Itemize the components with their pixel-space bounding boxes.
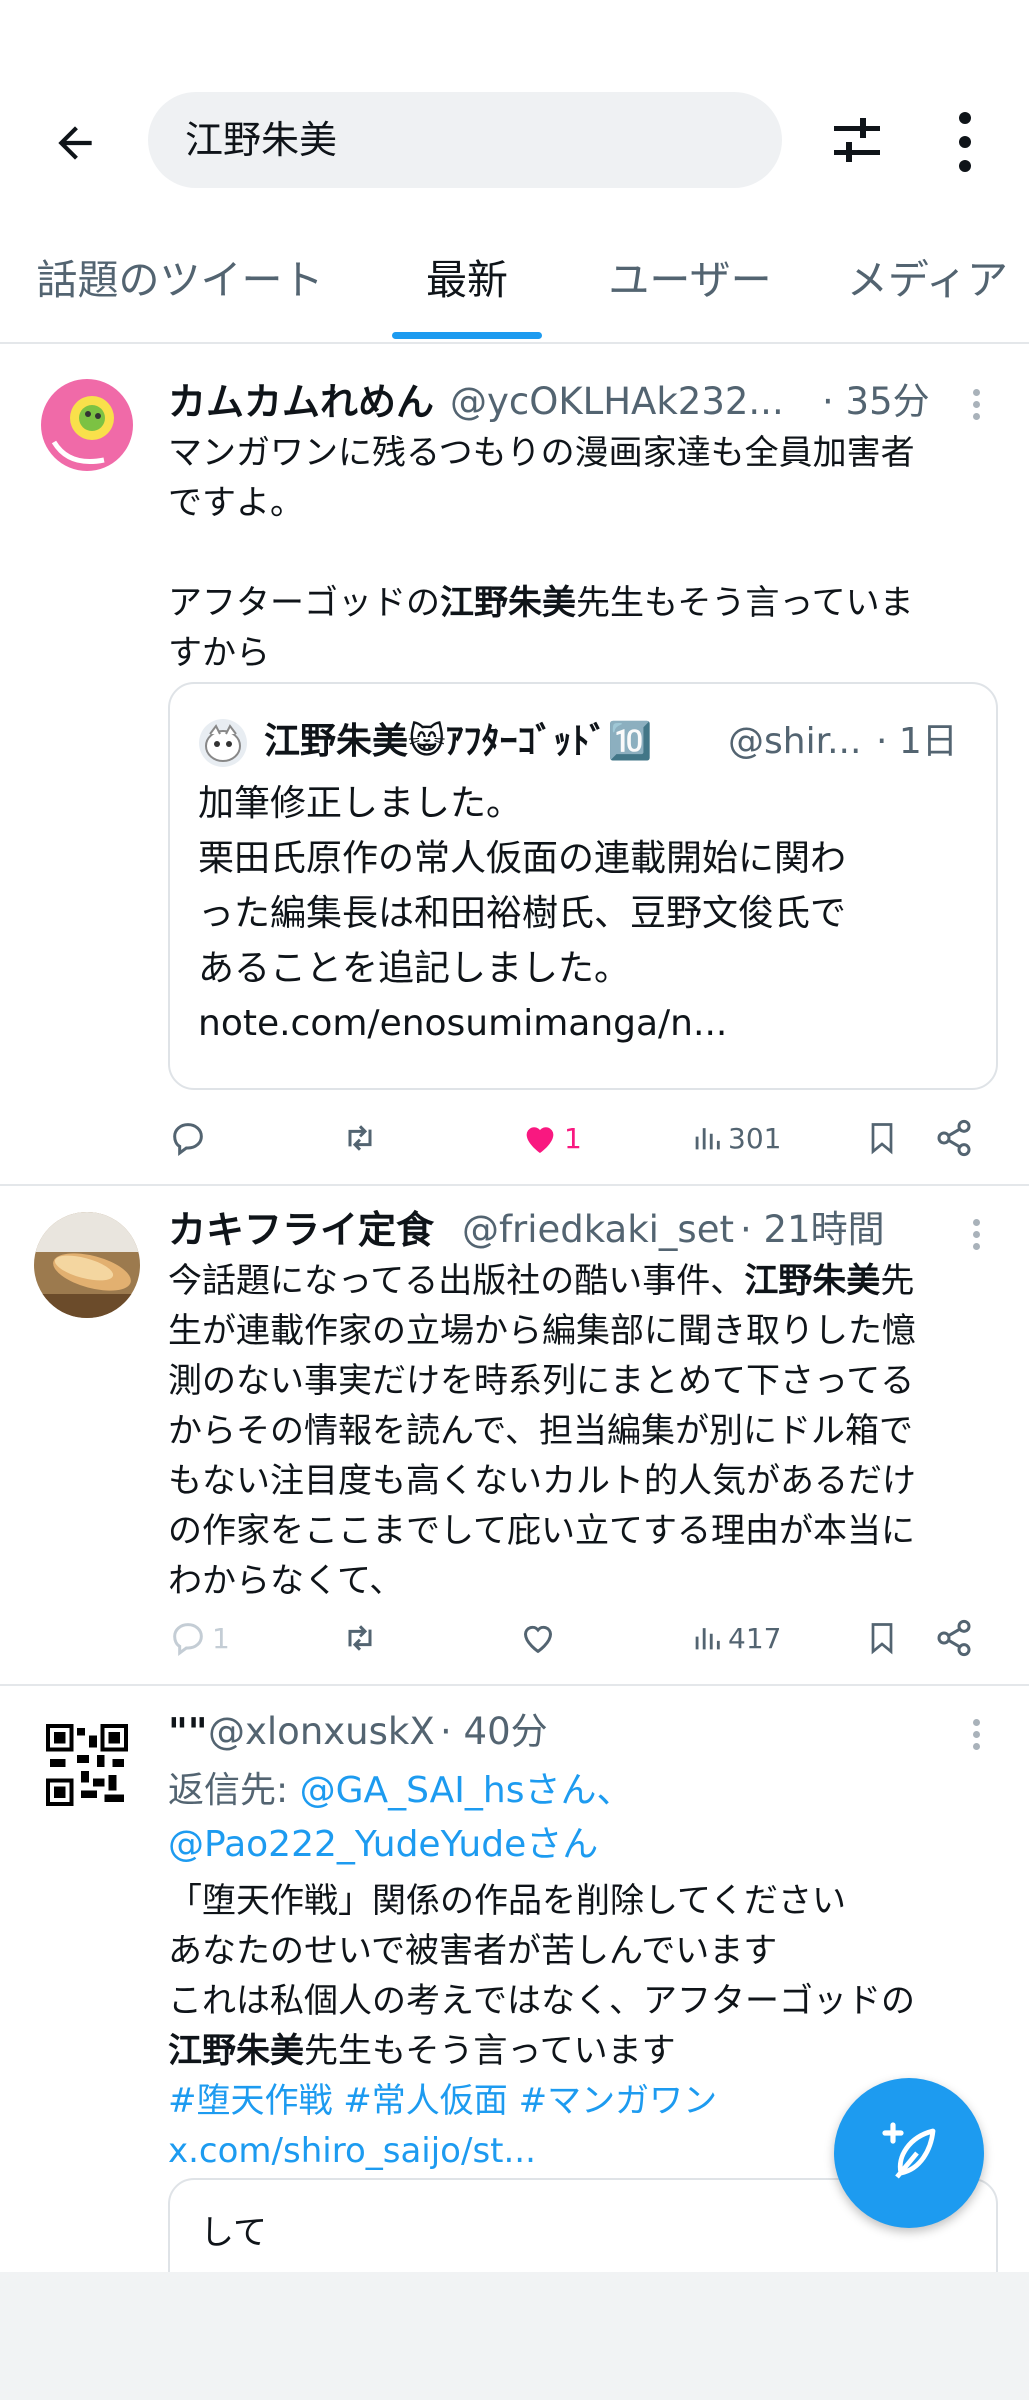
heart-filled-icon [526,1127,554,1153]
retweet-button[interactable] [338,1110,382,1166]
retweet-button[interactable] [338,1610,382,1666]
tab-media[interactable]: メディア [835,250,1020,310]
tweet-divider [0,1184,1029,1186]
tweet-time: · 40分 [440,1710,548,1753]
bookmark-button[interactable] [864,1610,900,1666]
filter-button[interactable] [820,110,894,174]
tab-indicator [392,332,542,339]
quote-avatar [198,718,248,768]
view-count: 301 [728,1121,782,1155]
like-button[interactable]: 1 [520,1110,582,1166]
tweet-text: マンガワンに残るつもりの漫画家達も全員加害者 ですよ。 アフターゴッドの江野朱美… [168,433,915,673]
reply-icon [173,1623,203,1656]
heart-icon [523,1625,553,1654]
tab-latest[interactable]: 最新 [392,250,542,310]
tweet-handle[interactable]: @ycOKLHAk232... [450,378,784,426]
like-count: 1 [564,1121,582,1155]
tweet-time: · 35分 [822,380,930,423]
compose-tweet-button[interactable] [834,2078,984,2228]
view-count: 417 [728,1621,782,1655]
tweet-handle[interactable]: @xlonxuskX [208,1708,435,1756]
quote-time: · 1日 [876,721,958,762]
avatar[interactable] [34,372,140,478]
tweet-text: 今話題になってる出版社の酷い事件、江野朱美先 生が連載作家の立場から編集部に聞き… [168,1261,916,1601]
reply-button[interactable]: 1 [168,1610,230,1666]
share-icon [937,1619,971,1657]
navigation-bar [0,2272,1029,2400]
avatar[interactable] [34,1212,140,1318]
bar-chart-icon [695,1128,720,1150]
feather-plus-icon [882,2122,936,2179]
tweet-time: · 21時間 [740,1208,885,1251]
tweet-more-icon[interactable] [966,1216,986,1256]
reply-count: 1 [212,1621,230,1655]
reply-button[interactable] [168,1110,208,1166]
reply-icon [173,1123,203,1156]
qr-code-avatar[interactable] [46,1724,128,1806]
retweet-icon [348,1625,372,1651]
tab-top[interactable]: 話題のツイート [30,250,330,310]
tweet-author-name[interactable]: カムカムれめん [168,378,434,426]
search-query: 江野朱美 [185,118,338,162]
reply-to: 返信先: @GA_SAI_hsさん、 @Pao222_YudeYudeさん [168,1764,998,1872]
tweet-more-icon[interactable] [966,1716,986,1756]
views-button[interactable]: 301 [690,1110,781,1166]
share-button[interactable] [934,1610,974,1666]
retweet-icon [348,1125,372,1151]
quote-handle: @shir... [728,721,862,762]
quote-text: して [200,2213,267,2253]
more-vertical-icon [959,112,971,172]
quote-text: 加筆修正しました。 栗田氏原作の常人仮面の連載開始に関わ った編集長は和田裕樹氏… [198,783,847,1044]
tweet-divider [0,1684,1029,1686]
reply-to-link[interactable]: @Pao222_YudeYudeさん [168,1818,998,1872]
share-button[interactable] [934,1110,974,1166]
quote-author-name: 江野朱美😸ｱﾌﾀｰｺﾞｯﾄﾞ🔟 [264,721,653,762]
tabs-divider [0,342,1029,344]
tweet-author-name[interactable]: カキフライ定食 [168,1206,434,1254]
arrow-left-icon [58,126,92,160]
like-button[interactable] [518,1610,558,1666]
tweet-handle[interactable]: @friedkaki_set [462,1206,734,1254]
more-options-button[interactable] [940,104,990,180]
views-button[interactable]: 417 [690,1610,781,1666]
share-icon [937,1119,971,1157]
bar-chart-icon [695,1628,720,1650]
back-button[interactable] [40,108,110,178]
tweet-more-icon[interactable] [966,386,986,426]
bookmark-icon [871,1623,893,1655]
tab-users[interactable]: ユーザー [600,250,780,310]
bookmark-icon [871,1123,893,1155]
bookmark-button[interactable] [864,1110,900,1166]
reply-to-link[interactable]: @GA_SAI_hsさん、 [300,1770,633,1811]
sliders-icon [834,118,880,162]
tweet-author-name[interactable]: "" [168,1708,208,1756]
